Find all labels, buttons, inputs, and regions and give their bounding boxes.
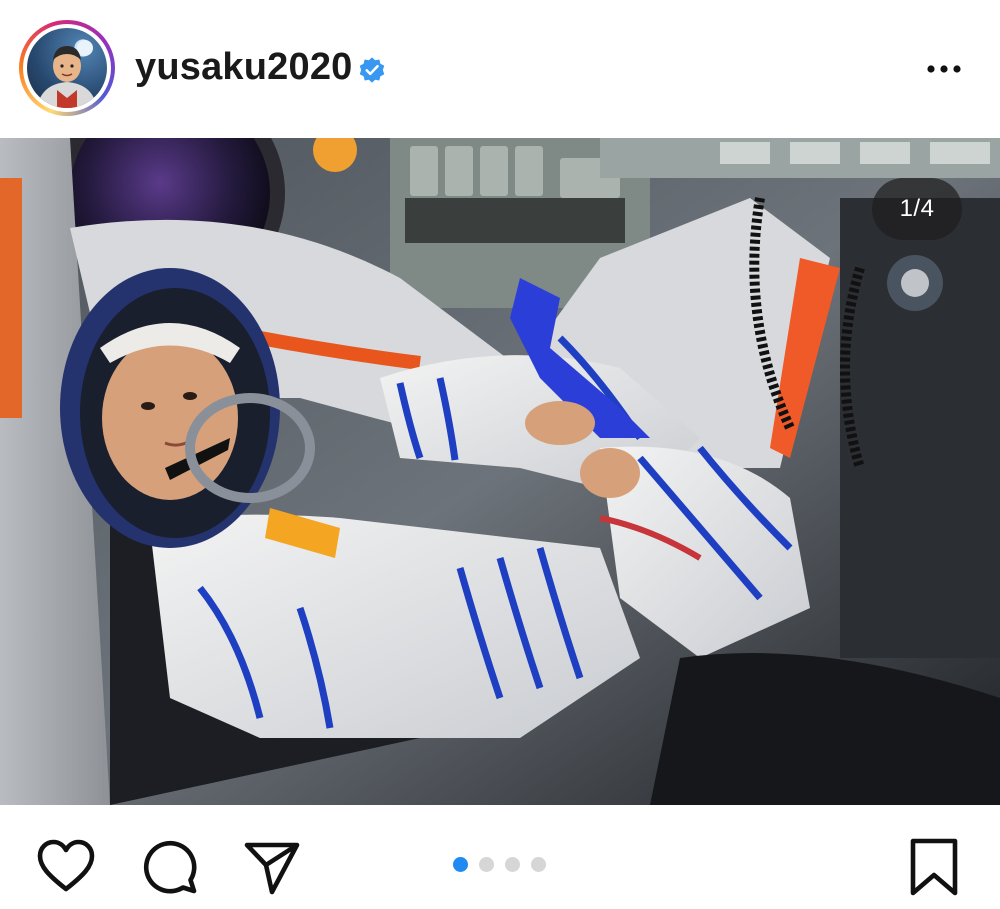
carousel-dot-active	[453, 857, 468, 872]
post-header: yusaku2020	[0, 0, 1000, 138]
carousel-dot	[531, 857, 546, 872]
carousel-dot	[505, 857, 520, 872]
bookmark-icon[interactable]	[904, 837, 964, 897]
more-horizontal-icon[interactable]	[924, 54, 964, 84]
comment-icon[interactable]	[140, 837, 200, 897]
instagram-post: yusaku2020 1/4	[0, 0, 1000, 909]
avatar-illustration	[37, 40, 97, 108]
avatar	[27, 28, 107, 108]
username[interactable]: yusaku2020	[135, 46, 353, 89]
verified-badge-icon	[359, 57, 385, 83]
avatar-story-ring[interactable]	[19, 20, 115, 116]
image-counter: 1/4	[872, 178, 962, 240]
post-photo[interactable]	[0, 138, 1000, 805]
send-icon[interactable]	[242, 837, 302, 897]
carousel-dot	[479, 857, 494, 872]
heart-icon[interactable]	[36, 837, 96, 897]
cockpit-astronaut-image	[0, 138, 1000, 805]
carousel-indicator	[453, 857, 546, 872]
